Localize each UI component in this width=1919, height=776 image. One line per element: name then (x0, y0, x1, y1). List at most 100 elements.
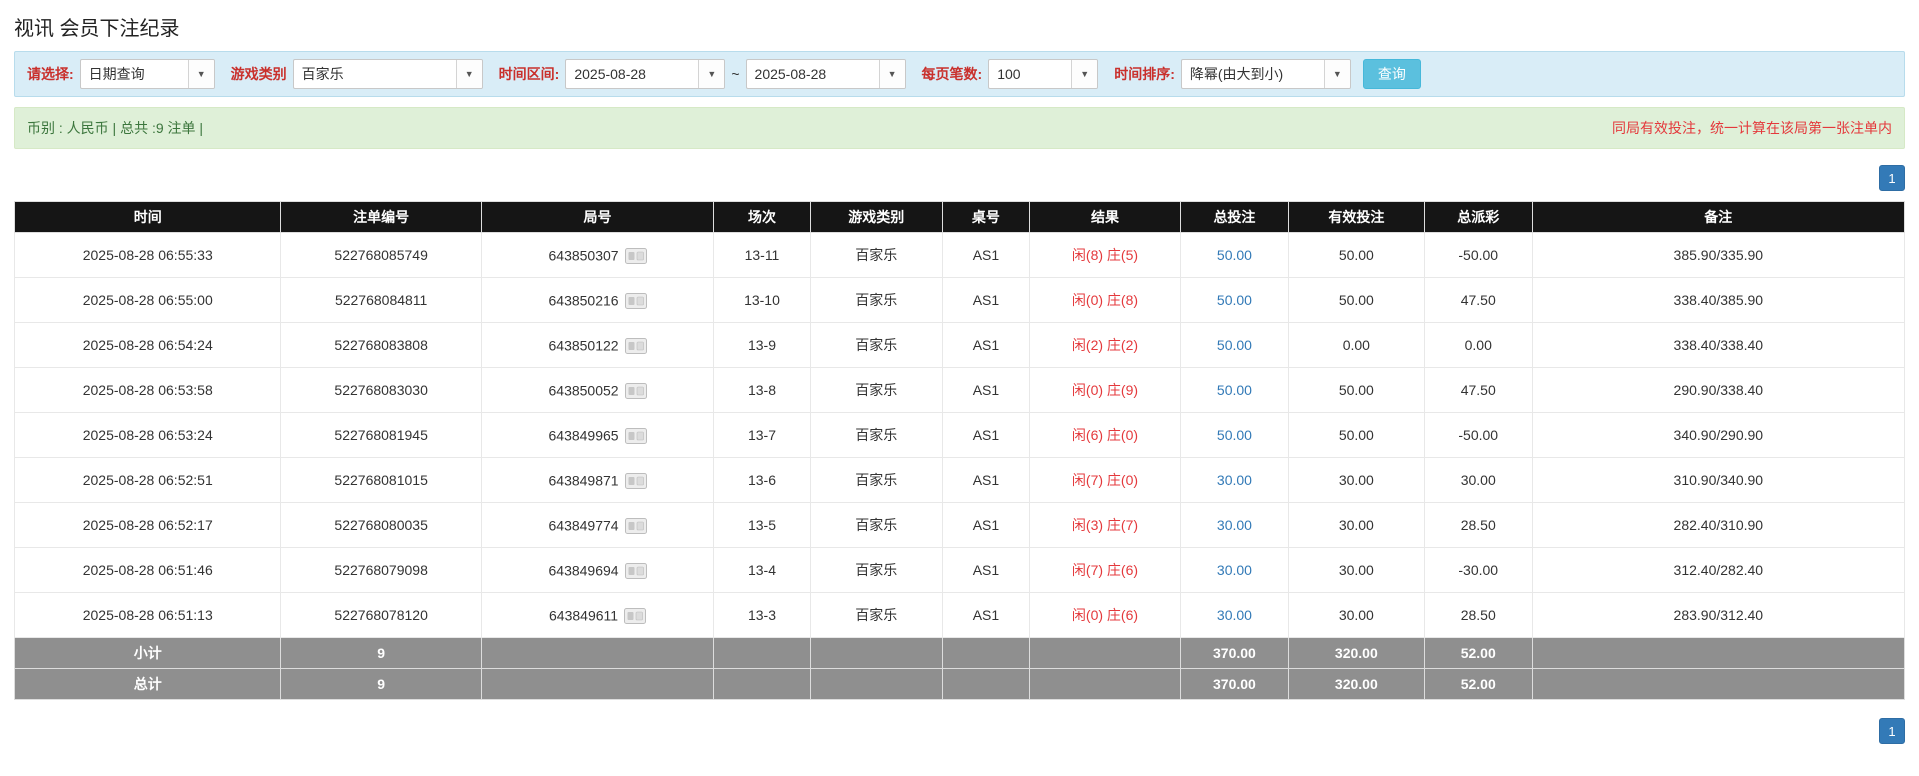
result-banker: 庄(6) (1106, 607, 1139, 623)
total-bet-link[interactable]: 50.00 (1217, 292, 1252, 308)
cell-round: 643849871 (480, 457, 715, 503)
game-result-icon (624, 337, 647, 354)
total-bet-link[interactable]: 50.00 (1217, 247, 1252, 263)
round-detail-button[interactable] (624, 472, 647, 489)
search-button[interactable]: 查询 (1362, 59, 1421, 89)
cell-valid-bet: 50.00 (1287, 232, 1425, 278)
cell-note: 338.40/385.90 (1531, 277, 1906, 323)
result-banker: 庄(9) (1106, 382, 1139, 398)
pagination-page-button[interactable]: 1 (1879, 165, 1905, 191)
round-detail-button[interactable] (624, 427, 647, 444)
cell-time: 2025-08-28 06:55:33 (13, 232, 282, 278)
time-sort-select[interactable]: ▼ (1180, 59, 1351, 89)
chevron-down-icon: ▼ (887, 69, 897, 79)
date-from-input[interactable] (566, 60, 699, 88)
time-sort-caret-button[interactable]: ▼ (1323, 60, 1350, 88)
round-detail-button[interactable] (624, 517, 647, 534)
query-type-caret-button[interactable]: ▼ (187, 60, 214, 88)
round-detail-button[interactable] (624, 562, 647, 579)
time-sort-input[interactable] (1181, 60, 1324, 88)
cell-time: 2025-08-28 06:54:24 (13, 322, 282, 368)
cell-result: 闲(7) 庄(0) (1028, 457, 1182, 503)
query-type-input[interactable] (80, 60, 188, 88)
column-header: 注单编号 (280, 201, 482, 233)
footer-empty-cell (1531, 668, 1906, 700)
cell-valid-bet: 50.00 (1287, 412, 1425, 458)
query-type-select[interactable]: ▼ (79, 59, 215, 89)
footer-empty-cell (941, 637, 1030, 669)
cell-time: 2025-08-28 06:55:00 (13, 277, 282, 323)
result-player: 闲(2) (1071, 337, 1104, 353)
cell-game-type: 百家乐 (809, 412, 943, 458)
footer-label: 总计 (13, 668, 282, 700)
chevron-down-icon: ▼ (464, 69, 474, 79)
column-header: 结果 (1028, 201, 1182, 233)
table-header-row: 时间 注单编号 局号 场次 游戏类别 桌号 结果 总投注 有效投注 总派彩 备注 (13, 201, 1906, 233)
game-result-icon (624, 292, 647, 309)
cell-valid-bet: 50.00 (1287, 367, 1425, 413)
cell-game-type: 百家乐 (809, 592, 943, 638)
result-banker: 庄(6) (1106, 562, 1139, 578)
cell-valid-bet: 30.00 (1287, 547, 1425, 593)
total-bet-link[interactable]: 30.00 (1217, 562, 1252, 578)
result-player: 闲(7) (1071, 562, 1104, 578)
date-from-select[interactable]: ▼ (565, 59, 726, 89)
game-type-input[interactable] (293, 60, 456, 88)
cell-session: 13-6 (713, 457, 811, 503)
date-to-caret-button[interactable]: ▼ (878, 60, 905, 88)
page-size-input[interactable] (989, 60, 1072, 88)
total-bet-link[interactable]: 30.00 (1217, 517, 1252, 533)
game-result-icon (624, 382, 647, 399)
total-bet-link[interactable]: 30.00 (1217, 472, 1252, 488)
pagination-page-button[interactable]: 1 (1879, 718, 1905, 744)
cell-total-bet: 50.00 (1180, 322, 1289, 368)
column-header: 总派彩 (1423, 201, 1533, 233)
cell-result: 闲(0) 庄(8) (1028, 277, 1182, 323)
date-range-label: 时间区间: (498, 66, 560, 82)
round-detail-button[interactable] (624, 337, 647, 354)
table-row: 2025-08-28 06:52:51 522768081015 643849871… (13, 457, 1906, 503)
cell-valid-bet: 50.00 (1287, 277, 1425, 323)
footer-empty-cell (1028, 668, 1182, 700)
cell-note: 338.40/338.40 (1531, 322, 1906, 368)
cell-total-bet: 30.00 (1180, 547, 1289, 593)
cell-session: 13-5 (713, 502, 811, 548)
round-detail-button[interactable] (624, 382, 647, 399)
cell-table-no: AS1 (941, 322, 1030, 368)
date-from-caret-button[interactable]: ▼ (698, 60, 725, 88)
game-result-icon (624, 607, 647, 624)
cell-note: 312.40/282.40 (1531, 547, 1906, 593)
total-bet-link[interactable]: 50.00 (1217, 382, 1252, 398)
round-detail-button[interactable] (624, 292, 647, 309)
cell-time: 2025-08-28 06:52:17 (13, 502, 282, 548)
cell-table-no: AS1 (941, 592, 1030, 638)
query-type-label: 请选择: (27, 66, 74, 82)
round-detail-button[interactable] (624, 247, 647, 264)
game-type-select[interactable]: ▼ (292, 59, 483, 89)
cell-time: 2025-08-28 06:51:46 (13, 547, 282, 593)
round-id: 643850122 (548, 337, 619, 354)
cell-valid-bet: 0.00 (1287, 322, 1425, 368)
result-banker: 庄(2) (1106, 337, 1139, 353)
page-size-caret-button[interactable]: ▼ (1071, 60, 1098, 88)
chevron-down-icon: ▼ (1080, 69, 1090, 79)
game-type-caret-button[interactable]: ▼ (455, 60, 482, 88)
total-bet-link[interactable]: 50.00 (1217, 337, 1252, 353)
result-player: 闲(8) (1071, 247, 1104, 263)
total-bet-link[interactable]: 30.00 (1217, 607, 1252, 623)
cell-session: 13-8 (713, 367, 811, 413)
page-size-select[interactable]: ▼ (988, 59, 1099, 89)
cell-payout: 47.50 (1423, 277, 1533, 323)
footer-valid-bet: 320.00 (1287, 637, 1425, 669)
cell-table-no: AS1 (941, 457, 1030, 503)
cell-note: 290.90/338.40 (1531, 367, 1906, 413)
round-detail-button[interactable] (624, 607, 647, 624)
game-result-icon (624, 247, 647, 264)
cell-time: 2025-08-28 06:52:51 (13, 457, 282, 503)
cell-note: 283.90/312.40 (1531, 592, 1906, 638)
date-to-select[interactable]: ▼ (745, 59, 906, 89)
cell-game-type: 百家乐 (809, 322, 943, 368)
date-to-input[interactable] (746, 60, 879, 88)
column-header: 总投注 (1180, 201, 1289, 233)
total-bet-link[interactable]: 50.00 (1217, 427, 1252, 443)
